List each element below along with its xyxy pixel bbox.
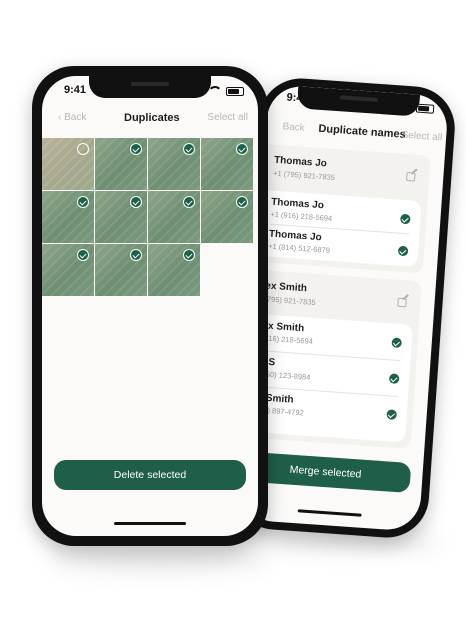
check-icon[interactable] [236, 143, 248, 155]
status-time: 9:41 [64, 84, 87, 96]
photo-thumbnail[interactable] [148, 244, 200, 296]
status-icons [193, 86, 244, 96]
photo-thumbnail[interactable] [95, 191, 147, 243]
check-icon[interactable] [386, 409, 398, 420]
photo-thumbnail[interactable] [42, 244, 94, 296]
duplicate-list: Thomas Jo +1 (916) 218-5694 Thomas Jo +1… [253, 189, 422, 267]
back-link[interactable]: Back [282, 121, 305, 134]
check-icon[interactable] [391, 337, 403, 349]
page-title: Duplicate names [318, 122, 407, 141]
photo-thumbnail[interactable] [42, 191, 94, 243]
check-icon[interactable] [77, 249, 89, 261]
primary-name: ex Smith [264, 280, 308, 295]
back-link[interactable]: ‹ Back [58, 112, 86, 123]
primary-name: Thomas Jo [273, 154, 328, 170]
check-icon[interactable] [397, 245, 409, 257]
edit-icon[interactable] [397, 297, 407, 308]
delete-selected-button[interactable]: Delete selected [54, 460, 246, 490]
check-icon[interactable] [130, 143, 142, 155]
divider [260, 350, 401, 362]
page-title: Duplicates [124, 112, 180, 124]
list-item-phone: +1 (916) 218-5694 [270, 209, 333, 223]
photo-thumbnail[interactable] [201, 138, 253, 190]
check-icon[interactable] [400, 213, 411, 225]
home-indicator [297, 509, 362, 517]
battery-icon [415, 103, 435, 114]
home-indicator [114, 522, 186, 525]
front-phone-screen: 9:41 ‹ Back Duplicates Select all Delete… [42, 76, 258, 536]
check-icon[interactable] [183, 249, 195, 261]
list-item-name: Thomas Jo [268, 228, 323, 244]
list-item-phone: (916) 218-5694 [261, 333, 314, 346]
check-icon[interactable] [130, 196, 142, 208]
wifi-icon [397, 101, 413, 113]
photo-thumbnail[interactable] [42, 138, 94, 190]
photo-thumbnail[interactable] [95, 138, 147, 190]
photo-thumbnail[interactable] [95, 244, 147, 296]
front-phone: 9:41 ‹ Back Duplicates Select all Delete… [32, 66, 268, 546]
primary-phone: (795) 921-7835 [264, 294, 316, 307]
front-phone-shadow [48, 548, 268, 570]
primary-phone: +1 (795) 921-7835 [272, 168, 336, 183]
select-all-link[interactable]: Select all [401, 130, 442, 144]
photo-thumbnail[interactable] [148, 191, 200, 243]
photo-thumbnail[interactable] [148, 138, 200, 190]
edit-icon[interactable] [406, 172, 416, 182]
signal-icon [193, 87, 204, 95]
check-icon[interactable] [183, 196, 195, 208]
check-icon[interactable] [183, 143, 195, 155]
check-icon[interactable] [130, 249, 142, 261]
back-label: Back [64, 112, 87, 123]
back-phone-screen: 9:41 Back Duplicate names Select all Tho… [239, 84, 449, 532]
duplicate-group-1: Thomas Jo +1 (795) 921-7835 Thomas Jo +1… [247, 143, 431, 274]
photo-grid [42, 138, 258, 296]
battery-icon [226, 86, 244, 96]
unchecked-circle-icon[interactable] [77, 143, 89, 155]
select-all-link[interactable]: Select all [207, 112, 248, 123]
list-item-name: ex Smith [262, 320, 305, 335]
check-icon[interactable] [77, 196, 89, 208]
check-icon[interactable] [388, 373, 400, 385]
wifi-icon [208, 86, 222, 96]
check-icon[interactable] [236, 196, 248, 208]
list-item-phone: +1 (814) 512-6879 [267, 241, 331, 255]
back-chevron-icon: ‹ [58, 112, 62, 123]
status-time: 9:41 [286, 91, 309, 106]
list-item-name: Thomas Jo [270, 196, 325, 212]
photo-thumbnail[interactable] [201, 191, 253, 243]
signal-icon [385, 102, 395, 110]
